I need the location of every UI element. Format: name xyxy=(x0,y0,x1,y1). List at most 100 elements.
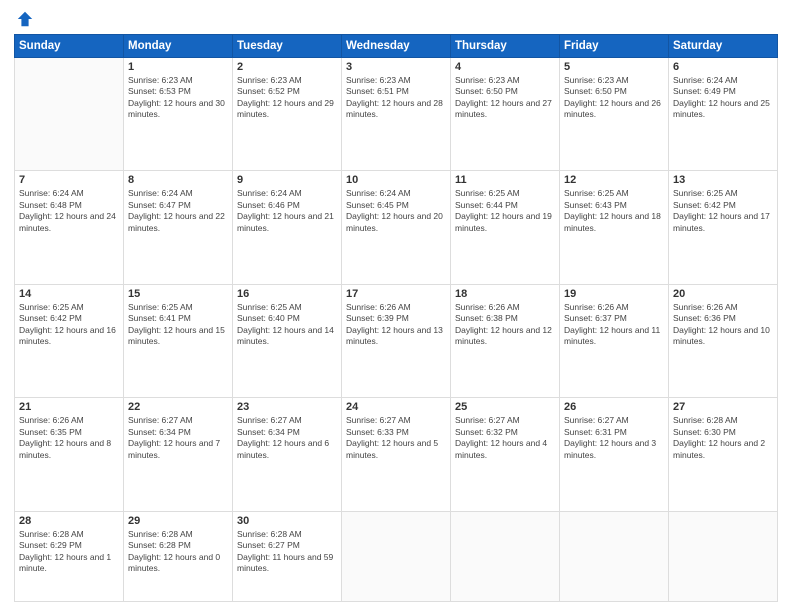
calendar-cell xyxy=(560,511,669,601)
day-number: 20 xyxy=(673,288,773,300)
calendar-table: SundayMondayTuesdayWednesdayThursdayFrid… xyxy=(14,34,778,602)
col-header-friday: Friday xyxy=(560,35,669,58)
calendar-cell: 1 Sunrise: 6:23 AMSunset: 6:53 PMDaylight… xyxy=(124,58,233,171)
day-info: Sunrise: 6:25 AMSunset: 6:41 PMDaylight:… xyxy=(128,302,228,348)
col-header-monday: Monday xyxy=(124,35,233,58)
day-number: 19 xyxy=(564,288,664,300)
calendar-cell: 19 Sunrise: 6:26 AMSunset: 6:37 PMDayligh… xyxy=(560,284,669,397)
calendar-week-row: 1 Sunrise: 6:23 AMSunset: 6:53 PMDaylight… xyxy=(15,58,778,171)
day-info: Sunrise: 6:23 AMSunset: 6:50 PMDaylight:… xyxy=(564,75,664,121)
day-info: Sunrise: 6:25 AMSunset: 6:40 PMDaylight:… xyxy=(237,302,337,348)
day-info: Sunrise: 6:27 AMSunset: 6:34 PMDaylight:… xyxy=(128,415,228,461)
calendar-cell: 27Sunrise: 6:28 AMSunset: 6:30 PMDayligh… xyxy=(669,398,778,511)
calendar-cell: 8 Sunrise: 6:24 AMSunset: 6:47 PMDaylight… xyxy=(124,171,233,284)
calendar-cell: 17Sunrise: 6:26 AMSunset: 6:39 PMDayligh… xyxy=(342,284,451,397)
calendar-cell: 2 Sunrise: 6:23 AMSunset: 6:52 PMDaylight… xyxy=(233,58,342,171)
day-info: Sunrise: 6:27 AMSunset: 6:31 PMDaylight:… xyxy=(564,415,664,461)
day-info: Sunrise: 6:23 AMSunset: 6:51 PMDaylight:… xyxy=(346,75,446,121)
day-number: 24 xyxy=(346,401,446,413)
day-number: 11 xyxy=(455,174,555,186)
calendar-cell: 30 Sunrise: 6:28 AMSunset: 6:27 PMDayligh… xyxy=(233,511,342,601)
day-info: Sunrise: 6:24 AMSunset: 6:49 PMDaylight:… xyxy=(673,75,773,121)
day-info: Sunrise: 6:24 AMSunset: 6:47 PMDaylight:… xyxy=(128,188,228,234)
day-info: Sunrise: 6:23 AMSunset: 6:52 PMDaylight:… xyxy=(237,75,337,121)
calendar-cell: 18Sunrise: 6:26 AMSunset: 6:38 PMDayligh… xyxy=(451,284,560,397)
calendar-cell xyxy=(15,58,124,171)
calendar-cell: 25Sunrise: 6:27 AMSunset: 6:32 PMDayligh… xyxy=(451,398,560,511)
day-info: Sunrise: 6:23 AMSunset: 6:50 PMDaylight:… xyxy=(455,75,555,121)
calendar-week-row: 21 Sunrise: 6:26 AMSunset: 6:35 PMDayligh… xyxy=(15,398,778,511)
day-number: 30 xyxy=(237,515,337,527)
day-info: Sunrise: 6:28 AMSunset: 6:27 PMDaylight:… xyxy=(237,529,337,575)
day-number: 26 xyxy=(564,401,664,413)
day-info: Sunrise: 6:28 AMSunset: 6:28 PMDaylight:… xyxy=(128,529,228,575)
col-header-thursday: Thursday xyxy=(451,35,560,58)
col-header-sunday: Sunday xyxy=(15,35,124,58)
calendar-cell: 6 Sunrise: 6:24 AMSunset: 6:49 PMDaylight… xyxy=(669,58,778,171)
calendar-cell: 10 Sunrise: 6:24 AMSunset: 6:45 PMDayligh… xyxy=(342,171,451,284)
day-number: 15 xyxy=(128,288,228,300)
day-info: Sunrise: 6:24 AMSunset: 6:48 PMDaylight:… xyxy=(19,188,119,234)
calendar-week-row: 14 Sunrise: 6:25 AMSunset: 6:42 PMDayligh… xyxy=(15,284,778,397)
day-number: 9 xyxy=(237,174,337,186)
day-info: Sunrise: 6:25 AMSunset: 6:43 PMDaylight:… xyxy=(564,188,664,234)
day-info: Sunrise: 6:24 AMSunset: 6:45 PMDaylight:… xyxy=(346,188,446,234)
day-info: Sunrise: 6:26 AMSunset: 6:35 PMDaylight:… xyxy=(19,415,119,461)
day-info: Sunrise: 6:25 AMSunset: 6:42 PMDaylight:… xyxy=(673,188,773,234)
calendar-cell: 28 Sunrise: 6:28 AMSunset: 6:29 PMDayligh… xyxy=(15,511,124,601)
calendar-cell: 11 Sunrise: 6:25 AMSunset: 6:44 PMDayligh… xyxy=(451,171,560,284)
calendar-week-row: 28 Sunrise: 6:28 AMSunset: 6:29 PMDayligh… xyxy=(15,511,778,601)
calendar-cell: 7 Sunrise: 6:24 AMSunset: 6:48 PMDaylight… xyxy=(15,171,124,284)
day-info: Sunrise: 6:27 AMSunset: 6:34 PMDaylight:… xyxy=(237,415,337,461)
day-number: 16 xyxy=(237,288,337,300)
col-header-wednesday: Wednesday xyxy=(342,35,451,58)
day-info: Sunrise: 6:24 AMSunset: 6:46 PMDaylight:… xyxy=(237,188,337,234)
logo-icon xyxy=(16,10,34,28)
calendar-cell xyxy=(451,511,560,601)
day-info: Sunrise: 6:26 AMSunset: 6:39 PMDaylight:… xyxy=(346,302,446,348)
day-info: Sunrise: 6:28 AMSunset: 6:29 PMDaylight:… xyxy=(19,529,119,575)
calendar-cell: 23 Sunrise: 6:27 AMSunset: 6:34 PMDayligh… xyxy=(233,398,342,511)
day-number: 6 xyxy=(673,61,773,73)
day-number: 13 xyxy=(673,174,773,186)
day-number: 10 xyxy=(346,174,446,186)
day-info: Sunrise: 6:23 AMSunset: 6:53 PMDaylight:… xyxy=(128,75,228,121)
logo xyxy=(14,10,34,28)
calendar-cell: 29 Sunrise: 6:28 AMSunset: 6:28 PMDayligh… xyxy=(124,511,233,601)
day-number: 12 xyxy=(564,174,664,186)
page: SundayMondayTuesdayWednesdayThursdayFrid… xyxy=(0,0,792,612)
calendar-cell: 4 Sunrise: 6:23 AMSunset: 6:50 PMDaylight… xyxy=(451,58,560,171)
day-number: 14 xyxy=(19,288,119,300)
day-number: 4 xyxy=(455,61,555,73)
day-info: Sunrise: 6:26 AMSunset: 6:36 PMDaylight:… xyxy=(673,302,773,348)
calendar-header-row: SundayMondayTuesdayWednesdayThursdayFrid… xyxy=(15,35,778,58)
calendar-cell: 9 Sunrise: 6:24 AMSunset: 6:46 PMDaylight… xyxy=(233,171,342,284)
calendar-cell: 12 Sunrise: 6:25 AMSunset: 6:43 PMDayligh… xyxy=(560,171,669,284)
day-number: 2 xyxy=(237,61,337,73)
day-number: 7 xyxy=(19,174,119,186)
day-number: 22 xyxy=(128,401,228,413)
header xyxy=(14,10,778,28)
day-number: 23 xyxy=(237,401,337,413)
calendar-cell: 22 Sunrise: 6:27 AMSunset: 6:34 PMDayligh… xyxy=(124,398,233,511)
calendar-cell: 5Sunrise: 6:23 AMSunset: 6:50 PMDaylight… xyxy=(560,58,669,171)
day-number: 28 xyxy=(19,515,119,527)
calendar-cell: 16 Sunrise: 6:25 AMSunset: 6:40 PMDayligh… xyxy=(233,284,342,397)
calendar-cell: 3Sunrise: 6:23 AMSunset: 6:51 PMDaylight… xyxy=(342,58,451,171)
day-number: 25 xyxy=(455,401,555,413)
day-number: 29 xyxy=(128,515,228,527)
calendar-cell: 20 Sunrise: 6:26 AMSunset: 6:36 PMDayligh… xyxy=(669,284,778,397)
day-info: Sunrise: 6:25 AMSunset: 6:44 PMDaylight:… xyxy=(455,188,555,234)
day-info: Sunrise: 6:27 AMSunset: 6:33 PMDaylight:… xyxy=(346,415,446,461)
col-header-saturday: Saturday xyxy=(669,35,778,58)
day-number: 1 xyxy=(128,61,228,73)
day-number: 8 xyxy=(128,174,228,186)
day-info: Sunrise: 6:25 AMSunset: 6:42 PMDaylight:… xyxy=(19,302,119,348)
calendar-cell: 13 Sunrise: 6:25 AMSunset: 6:42 PMDayligh… xyxy=(669,171,778,284)
day-number: 21 xyxy=(19,401,119,413)
calendar-week-row: 7 Sunrise: 6:24 AMSunset: 6:48 PMDaylight… xyxy=(15,171,778,284)
day-info: Sunrise: 6:26 AMSunset: 6:37 PMDaylight:… xyxy=(564,302,664,348)
calendar-cell xyxy=(669,511,778,601)
calendar-cell: 24 Sunrise: 6:27 AMSunset: 6:33 PMDayligh… xyxy=(342,398,451,511)
day-number: 18 xyxy=(455,288,555,300)
